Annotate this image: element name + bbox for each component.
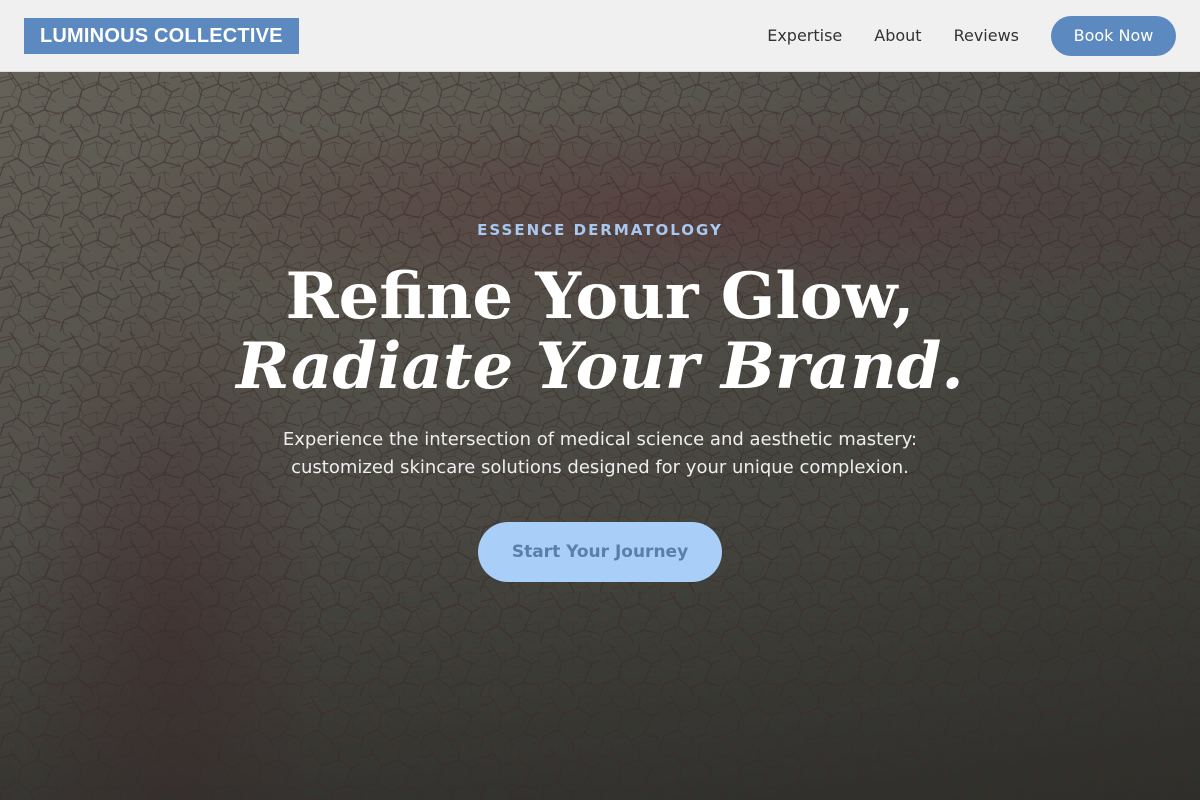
subtitle-line-1: Experience the intersection of medical s…: [282, 429, 918, 450]
nav-link-expertise[interactable]: Expertise: [767, 26, 842, 45]
headline-line-1: Refine Your Glow,: [285, 259, 915, 334]
main-nav: Expertise About Reviews Book Now: [767, 15, 1176, 56]
hero-section: ESSENCE DERMATOLOGY Refine Your Glow, Ra…: [0, 72, 1200, 800]
hero-eyebrow: ESSENCE DERMATOLOGY: [477, 221, 723, 239]
start-journey-button[interactable]: Start Your Journey: [478, 522, 722, 582]
hero-content: ESSENCE DERMATOLOGY Refine Your Glow, Ra…: [0, 72, 1200, 800]
top-navbar: LUMINOUS COLLECTIVE Expertise About Revi…: [0, 0, 1200, 72]
nav-link-about[interactable]: About: [874, 26, 921, 45]
headline-line-2: Radiate Your Brand.: [236, 329, 964, 404]
brand-logo[interactable]: LUMINOUS COLLECTIVE: [24, 17, 299, 54]
hero-headline: Refine Your Glow, Radiate Your Brand.: [0, 262, 1200, 402]
book-now-button[interactable]: Book Now: [1051, 15, 1176, 56]
nav-link-reviews[interactable]: Reviews: [954, 26, 1019, 45]
hero-subtitle: Experience the intersection of medical s…: [250, 426, 950, 482]
subtitle-line-2: customized skincare solutions designed f…: [291, 457, 909, 478]
